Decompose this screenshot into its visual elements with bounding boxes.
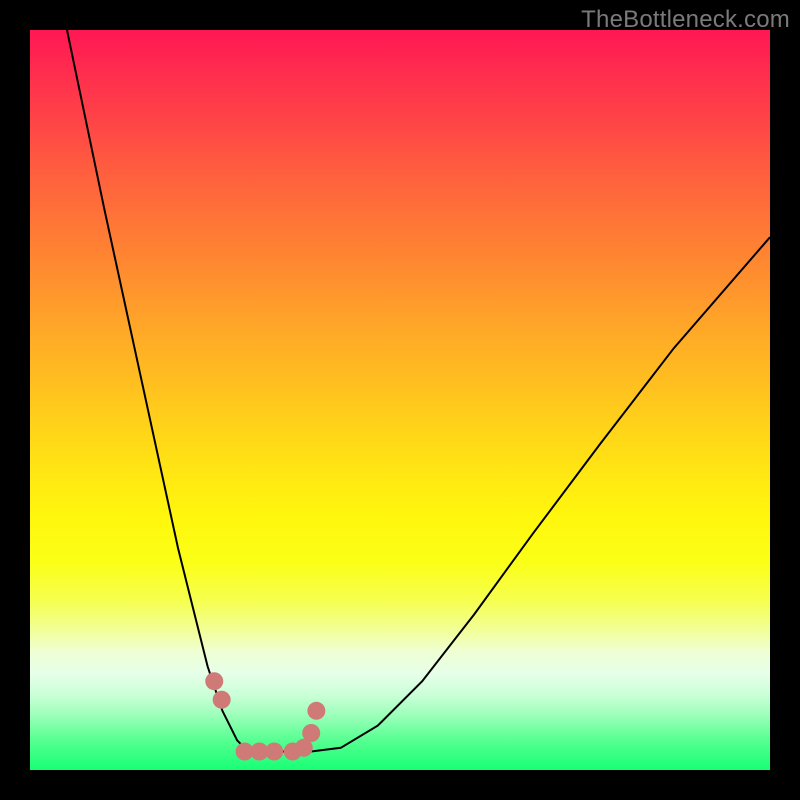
curve-layer [30,30,770,770]
marker-dot [213,691,231,709]
bottleneck-curve [67,30,770,752]
plot-area [30,30,770,770]
marker-dot [302,724,320,742]
marker-dot [265,743,283,761]
marker-group [205,672,325,760]
chart-frame: TheBottleneck.com [0,0,800,800]
marker-dot [307,702,325,720]
marker-dot [205,672,223,690]
